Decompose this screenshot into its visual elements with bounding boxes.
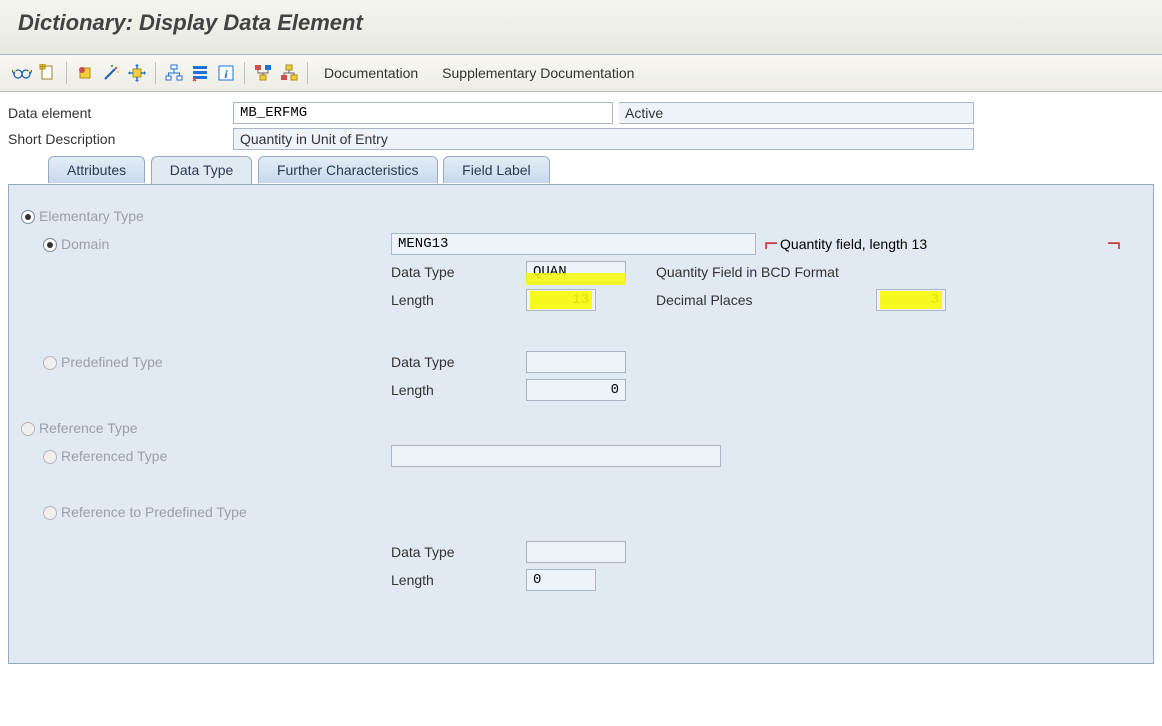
data-type-panel: Elementary Type Domain ⌐ Quantity field,…: [8, 184, 1154, 664]
referenced-type-input: [391, 445, 721, 467]
tabstrip: Attributes Data Type Further Characteris…: [8, 156, 1154, 184]
short-description-label: Short Description: [8, 131, 233, 147]
tree2-icon[interactable]: [277, 61, 301, 85]
bracket-close: ¬: [1107, 237, 1121, 251]
domain-radio[interactable]: [43, 238, 57, 252]
domain-length-label: Length: [391, 292, 526, 308]
ref-length-label: Length: [391, 572, 526, 588]
toolbar-separator: [244, 62, 245, 84]
tab-field-label[interactable]: Field Label: [443, 156, 550, 183]
supplementary-documentation-button[interactable]: Supplementary Documentation: [442, 65, 634, 81]
reference-type-radio[interactable]: [21, 422, 35, 436]
info-icon[interactable]: i: [214, 61, 238, 85]
hierarchy-icon[interactable]: [162, 61, 186, 85]
short-description-field: Quantity in Unit of Entry: [233, 128, 974, 150]
page-title: Dictionary: Display Data Element: [18, 10, 1144, 36]
documentation-button[interactable]: Documentation: [324, 65, 418, 81]
pre-length-label: Length: [391, 382, 526, 398]
pre-data-type-input: [526, 351, 626, 373]
ref-predefined-type-radio[interactable]: [43, 506, 57, 520]
decimal-places-label: Decimal Places: [656, 292, 876, 308]
data-element-label: Data element: [8, 105, 233, 121]
pre-length-input: [526, 379, 626, 401]
wand-icon[interactable]: [99, 61, 123, 85]
toolbar-separator: [155, 62, 156, 84]
data-element-input[interactable]: [233, 102, 613, 124]
where-used-icon[interactable]: [188, 61, 212, 85]
glasses-icon[interactable]: [10, 61, 34, 85]
domain-name-input[interactable]: [391, 233, 756, 255]
tab-data-type[interactable]: Data Type: [151, 156, 253, 184]
predefined-type-label: Predefined Type: [61, 354, 163, 370]
new-document-icon[interactable]: [36, 61, 60, 85]
bracket-open: ⌐: [764, 237, 778, 251]
tree-icon[interactable]: [251, 61, 275, 85]
tab-attributes[interactable]: Attributes: [48, 156, 145, 183]
header-fields: Data element Active Short Description Qu…: [0, 92, 1162, 150]
elementary-type-label: Elementary Type: [39, 208, 144, 224]
ref-data-type-label: Data Type: [391, 544, 526, 560]
toggle-active-icon[interactable]: [73, 61, 97, 85]
domain-data-type-label: Data Type: [391, 264, 526, 280]
referenced-type-label: Referenced Type: [61, 448, 167, 464]
toolbar-separator: [66, 62, 67, 84]
domain-data-type-description: Quantity Field in BCD Format: [656, 264, 839, 280]
title-bar: Dictionary: Display Data Element: [0, 0, 1162, 55]
pre-data-type-label: Data Type: [391, 354, 526, 370]
predefined-type-radio[interactable]: [43, 356, 57, 370]
tab-further-characteristics[interactable]: Further Characteristics: [258, 156, 438, 183]
navigate-icon[interactable]: [125, 61, 149, 85]
reference-type-label: Reference Type: [39, 420, 138, 436]
elementary-type-radio[interactable]: [21, 210, 35, 224]
ref-data-type-input: [526, 541, 626, 563]
application-toolbar: i Documentation Supplementary Documentat…: [0, 55, 1162, 92]
domain-label: Domain: [61, 236, 109, 252]
domain-description: Quantity field, length 13: [780, 236, 927, 252]
ref-length-input: [526, 569, 596, 591]
ref-predefined-type-label: Reference to Predefined Type: [61, 504, 247, 520]
referenced-type-radio[interactable]: [43, 450, 57, 464]
toolbar-separator: [307, 62, 308, 84]
status-field: Active: [619, 102, 974, 124]
